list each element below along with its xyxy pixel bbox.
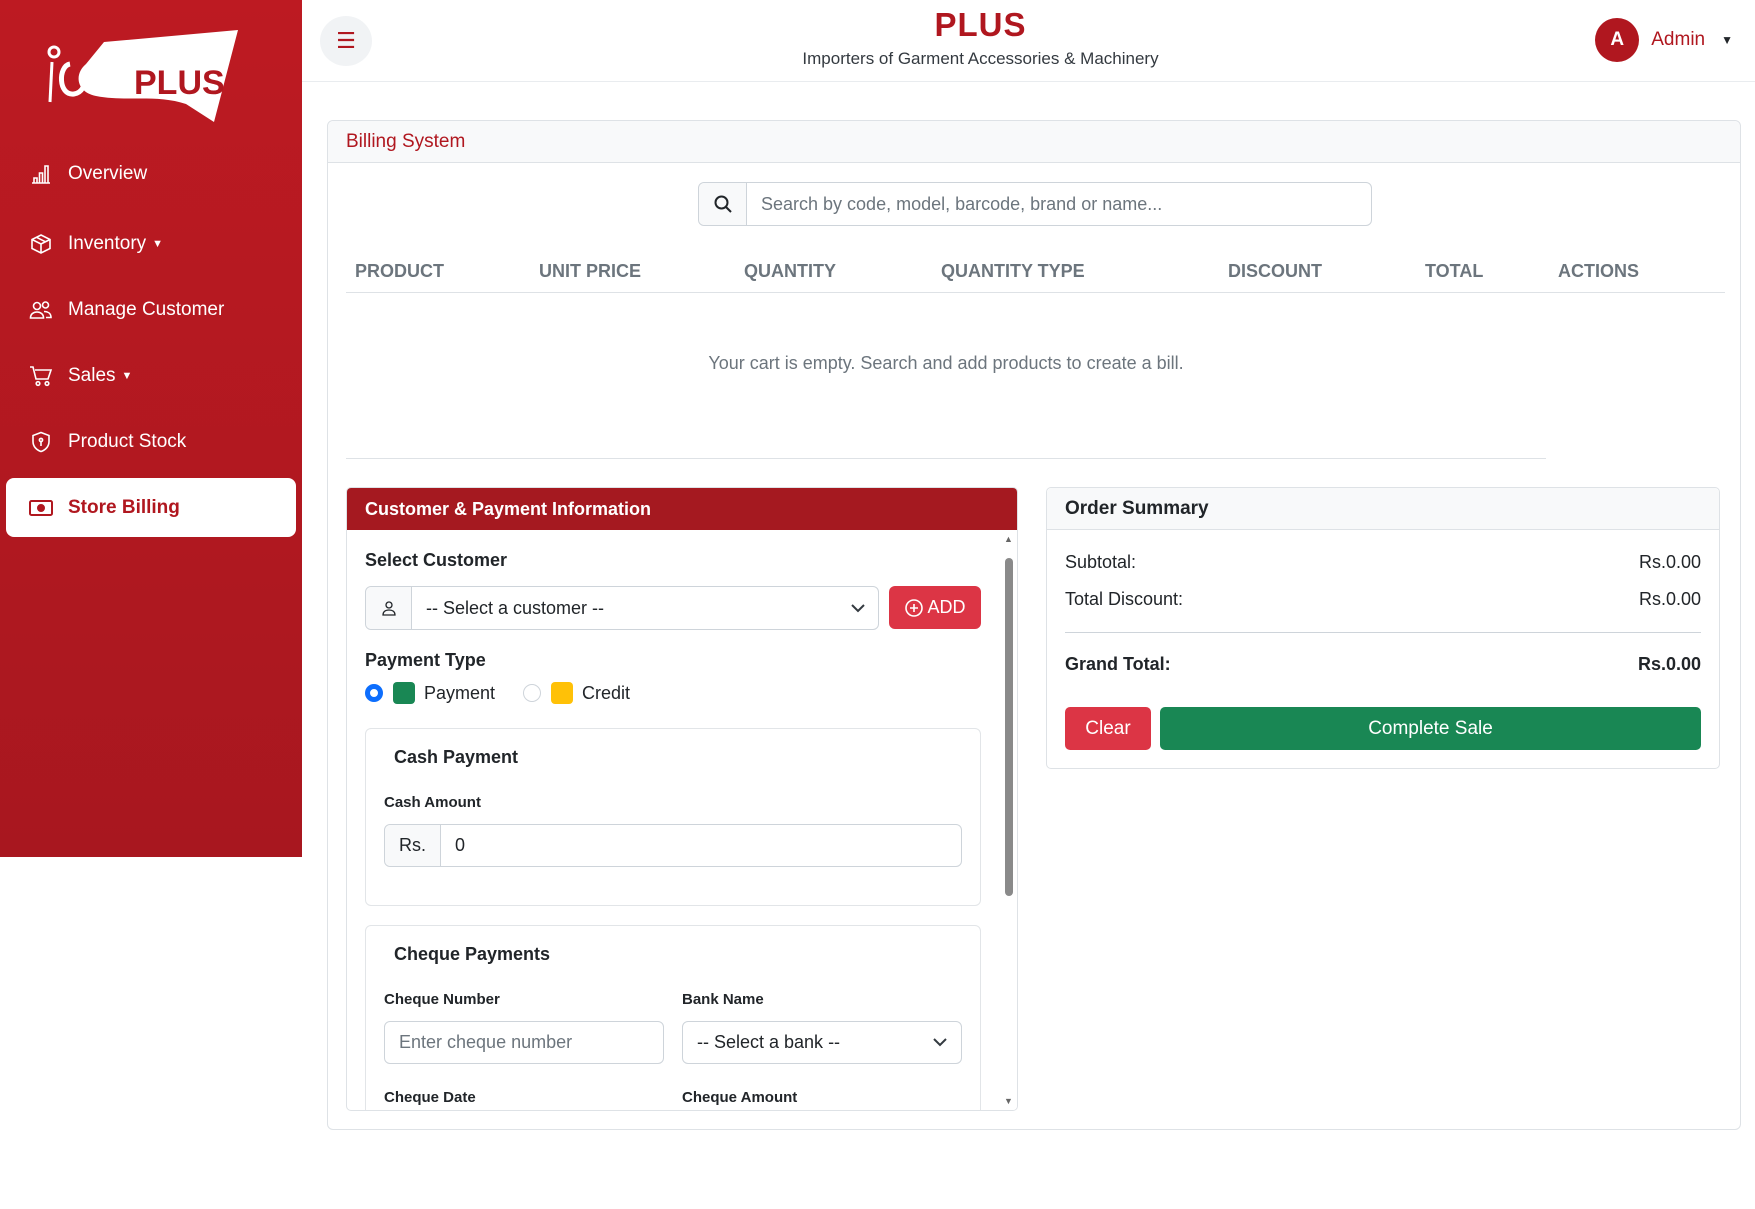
product-search [698, 182, 1372, 226]
customer-payment-body: Select Customer -- Select a customer -- … [347, 530, 1003, 1110]
customer-payment-card: Customer & Payment Information Select Cu… [346, 487, 1018, 1111]
billing-card: Billing System PRODUCT UNIT PRICE QUANTI… [327, 120, 1741, 1130]
search-input[interactable] [747, 183, 1371, 225]
user-name: Admin [1651, 29, 1706, 50]
column-header: QUANTITY TYPE [941, 261, 1085, 281]
cheque-date-label: Cheque Date [384, 1089, 476, 1106]
cart-table-header: PRODUCT UNIT PRICE QUANTITY QUANTITY TYP… [346, 249, 1725, 293]
credit-color-swatch [551, 682, 574, 704]
caret-down-icon: ▼ [152, 237, 164, 250]
sidebar-item-inventory[interactable]: Inventory ▼ [6, 214, 296, 273]
column-header: UNIT PRICE [539, 261, 642, 281]
scroll-up-icon[interactable]: ▲ [1004, 534, 1013, 544]
search-icon [699, 183, 747, 225]
clear-button[interactable]: Clear [1065, 707, 1151, 750]
cheque-payment-title: Cheque Payments [394, 944, 551, 964]
add-button-label: ADD [927, 597, 966, 617]
user-menu[interactable]: A Admin ▼ [1595, 18, 1733, 62]
grand-total-value: Rs.0.00 [1637, 654, 1701, 674]
add-customer-button[interactable]: ADD [889, 586, 981, 629]
order-summary-card: Order Summary Subtotal: Rs.0.00 Total Di… [1046, 487, 1720, 769]
cash-amount-input[interactable]: Rs. 0 [384, 824, 962, 867]
customer-payment-title: Customer & Payment Information [347, 488, 1017, 530]
bank-select-value: -- Select a bank -- [697, 1032, 841, 1052]
cart-empty-message: Your cart is empty. Search and add produ… [708, 353, 1184, 373]
cash-amount-value: 0 [455, 835, 466, 855]
sidebar-item-manage-customer[interactable]: Manage Customer [6, 280, 296, 339]
cheque-number-field[interactable]: Enter cheque number [384, 1021, 664, 1064]
customer-select[interactable]: -- Select a customer -- [365, 586, 879, 630]
order-summary-title: Order Summary [1047, 488, 1719, 530]
cheque-payment-card: Cheque Payments Cheque Number Bank Name … [365, 925, 981, 1110]
column-header: DISCOUNT [1228, 261, 1322, 281]
credit-radio-label: Credit [582, 682, 631, 703]
subtotal-row: Subtotal: Rs.0.00 [1065, 552, 1701, 573]
sidebar-item-label: Sales [68, 364, 116, 386]
cheque-number-label: Cheque Number [384, 991, 500, 1008]
plus-circle-icon [905, 598, 924, 617]
column-header: TOTAL [1425, 261, 1484, 281]
sidebar-item-label: Store Billing [68, 496, 180, 518]
currency-prefix: Rs. [385, 825, 441, 866]
cart-icon [28, 363, 54, 389]
discount-value: Rs.0.00 [1638, 589, 1701, 609]
divider [1065, 632, 1701, 633]
grand-total-row: Grand Total: Rs.0.00 [1065, 654, 1701, 675]
payment-radio[interactable] [365, 684, 383, 702]
subtotal-value: Rs.0.00 [1638, 552, 1701, 572]
box-icon [28, 231, 54, 257]
scroll-down-icon[interactable]: ▼ [1004, 1096, 1013, 1106]
sidebar-item-label: Inventory [68, 232, 147, 254]
subtotal-label: Subtotal: [1065, 552, 1137, 572]
payment-type-label: Payment Type [365, 650, 486, 670]
payment-color-swatch [393, 682, 415, 704]
divider [346, 458, 1546, 459]
cash-icon [28, 495, 54, 521]
bank-select[interactable]: -- Select a bank -- [682, 1021, 962, 1064]
sidebar-item-label: Product Stock [68, 430, 187, 452]
sidebar-item-overview[interactable]: Overview [6, 144, 296, 203]
brand-title: PLUS [934, 6, 1027, 43]
scroll-thumb[interactable] [1005, 558, 1013, 896]
cash-payment-title: Cash Payment [394, 747, 519, 767]
discount-label: Total Discount: [1065, 589, 1184, 609]
scrollbar[interactable]: ▲ ▼ [1001, 530, 1017, 1110]
caret-down-icon: ▼ [1721, 33, 1733, 47]
grand-total-label: Grand Total: [1065, 654, 1171, 674]
payment-type-group: Payment Credit [365, 682, 630, 704]
sidebar: PLUS Overview Inventory ▼ Manage Custome… [0, 0, 302, 857]
payment-radio-label: Payment [424, 682, 496, 703]
avatar: A [1595, 18, 1640, 62]
sidebar-item-label: Overview [68, 162, 148, 184]
billing-title: Billing System [328, 121, 1740, 163]
column-header: QUANTITY [744, 261, 836, 281]
sidebar-item-store-billing[interactable]: Store Billing [6, 478, 296, 537]
chevron-down-icon [838, 587, 878, 629]
complete-sale-button[interactable]: Complete Sale [1160, 707, 1701, 750]
cash-payment-card: Cash Payment Cash Amount Rs. 0 [365, 728, 981, 906]
caret-down-icon: ▼ [121, 369, 133, 382]
brand-logo[interactable]: PLUS [36, 24, 246, 128]
customer-select-value: -- Select a customer -- [426, 597, 605, 618]
sidebar-item-label: Manage Customer [68, 298, 225, 320]
bank-name-label: Bank Name [682, 991, 764, 1008]
column-header: PRODUCT [355, 261, 444, 281]
cheque-amount-label: Cheque Amount [682, 1089, 798, 1106]
chevron-down-icon [933, 1038, 947, 1047]
logo-text: PLUS [134, 64, 225, 102]
discount-row: Total Discount: Rs.0.00 [1065, 589, 1701, 610]
shield-icon [28, 429, 54, 455]
sidebar-item-product-stock[interactable]: Product Stock [6, 412, 296, 471]
person-icon [366, 587, 412, 629]
cash-amount-label: Cash Amount [384, 794, 481, 811]
top-header: ☰ PLUS Importers of Garment Accessories … [302, 0, 1755, 82]
brand-subtitle: Importers of Garment Accessories & Machi… [802, 49, 1159, 68]
column-header: ACTIONS [1558, 261, 1639, 281]
bar-chart-icon [28, 161, 54, 187]
select-customer-label: Select Customer [365, 550, 508, 570]
sidebar-item-sales[interactable]: Sales ▼ [6, 346, 296, 405]
users-icon [28, 297, 54, 323]
credit-radio[interactable] [523, 684, 542, 702]
cart-table: PRODUCT UNIT PRICE QUANTITY QUANTITY TYP… [346, 249, 1725, 293]
